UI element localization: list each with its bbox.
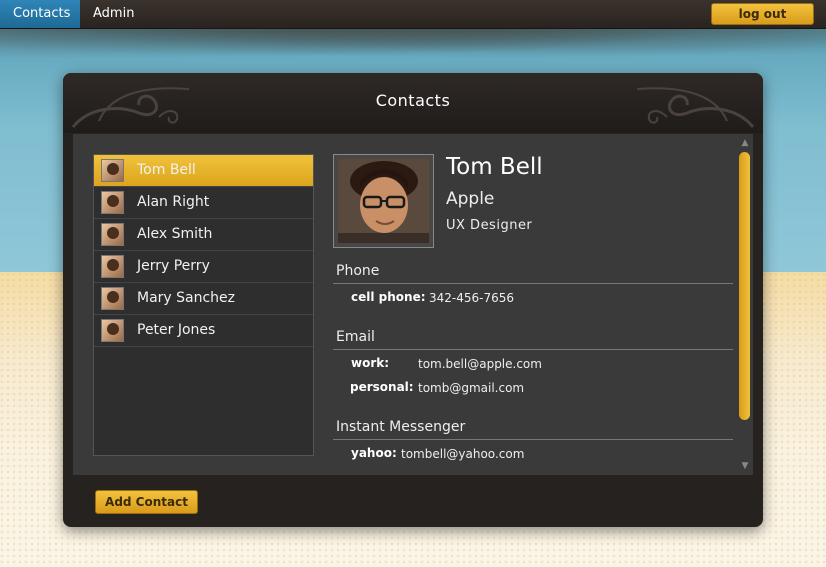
phone-section-title: Phone <box>336 263 380 279</box>
scrollbar-thumb[interactable] <box>739 152 750 420</box>
email-personal-value[interactable]: tomb@gmail.com <box>418 381 524 395</box>
detail-job-title: UX Designer <box>446 218 533 233</box>
list-item[interactable]: Peter Jones <box>94 315 313 347</box>
phone-label: cell phone: <box>351 290 426 304</box>
top-navigation-bar: Contacts Admin log out <box>0 0 826 29</box>
avatar <box>101 223 124 246</box>
contacts-panel: Contacts Tom Bell Alan Right Alex Smith … <box>63 73 763 527</box>
email-work-label: work: <box>351 356 390 370</box>
avatar <box>101 287 124 310</box>
contact-name: Alex Smith <box>137 226 213 242</box>
phone-value: 342-456-7656 <box>429 291 515 305</box>
contact-name: Peter Jones <box>137 322 216 338</box>
tab-admin[interactable]: Admin <box>80 0 147 28</box>
contact-name: Tom Bell <box>137 162 196 178</box>
avatar <box>101 191 124 214</box>
contact-name: Mary Sanchez <box>137 290 236 306</box>
divider <box>333 283 733 284</box>
tab-contacts[interactable]: Contacts <box>0 0 80 28</box>
im-yahoo-label: yahoo: <box>351 446 397 460</box>
portrait-icon <box>338 159 429 243</box>
avatar <box>101 319 124 342</box>
contact-name: Jerry Perry <box>137 258 210 274</box>
content-area: Tom Bell Alan Right Alex Smith Jerry Per… <box>73 134 753 475</box>
list-item[interactable]: Alex Smith <box>94 219 313 251</box>
list-item[interactable]: Mary Sanchez <box>94 283 313 315</box>
list-item[interactable]: Alan Right <box>94 187 313 219</box>
portrait-image <box>338 159 429 243</box>
list-item[interactable]: Tom Bell <box>94 155 313 187</box>
panel-title: Contacts <box>375 91 451 110</box>
email-personal-label: personal: <box>350 380 414 394</box>
logout-button[interactable]: log out <box>711 3 814 25</box>
email-work-value[interactable]: tom.bell@apple.com <box>418 357 542 371</box>
contact-name: Alan Right <box>137 194 210 210</box>
im-section-title: Instant Messenger <box>336 419 466 435</box>
divider <box>333 349 733 350</box>
scroll-down-arrow-icon[interactable]: ▼ <box>740 461 750 471</box>
scroll-fade <box>333 460 733 475</box>
im-yahoo-value[interactable]: tombell@yahoo.com <box>401 447 524 461</box>
email-section-title: Email <box>336 329 375 345</box>
contact-photo <box>333 154 434 248</box>
add-contact-button[interactable]: Add Contact <box>95 490 198 514</box>
divider <box>333 439 733 440</box>
detail-name: Tom Bell <box>446 154 543 180</box>
grunge-texture <box>0 28 826 64</box>
list-item[interactable]: Jerry Perry <box>94 251 313 283</box>
avatar <box>101 255 124 278</box>
contact-list: Tom Bell Alan Right Alex Smith Jerry Per… <box>93 154 314 456</box>
scroll-up-arrow-icon[interactable]: ▲ <box>740 138 750 148</box>
detail-company: Apple <box>446 189 495 209</box>
panel-header: Contacts <box>63 73 763 133</box>
avatar <box>101 159 124 182</box>
